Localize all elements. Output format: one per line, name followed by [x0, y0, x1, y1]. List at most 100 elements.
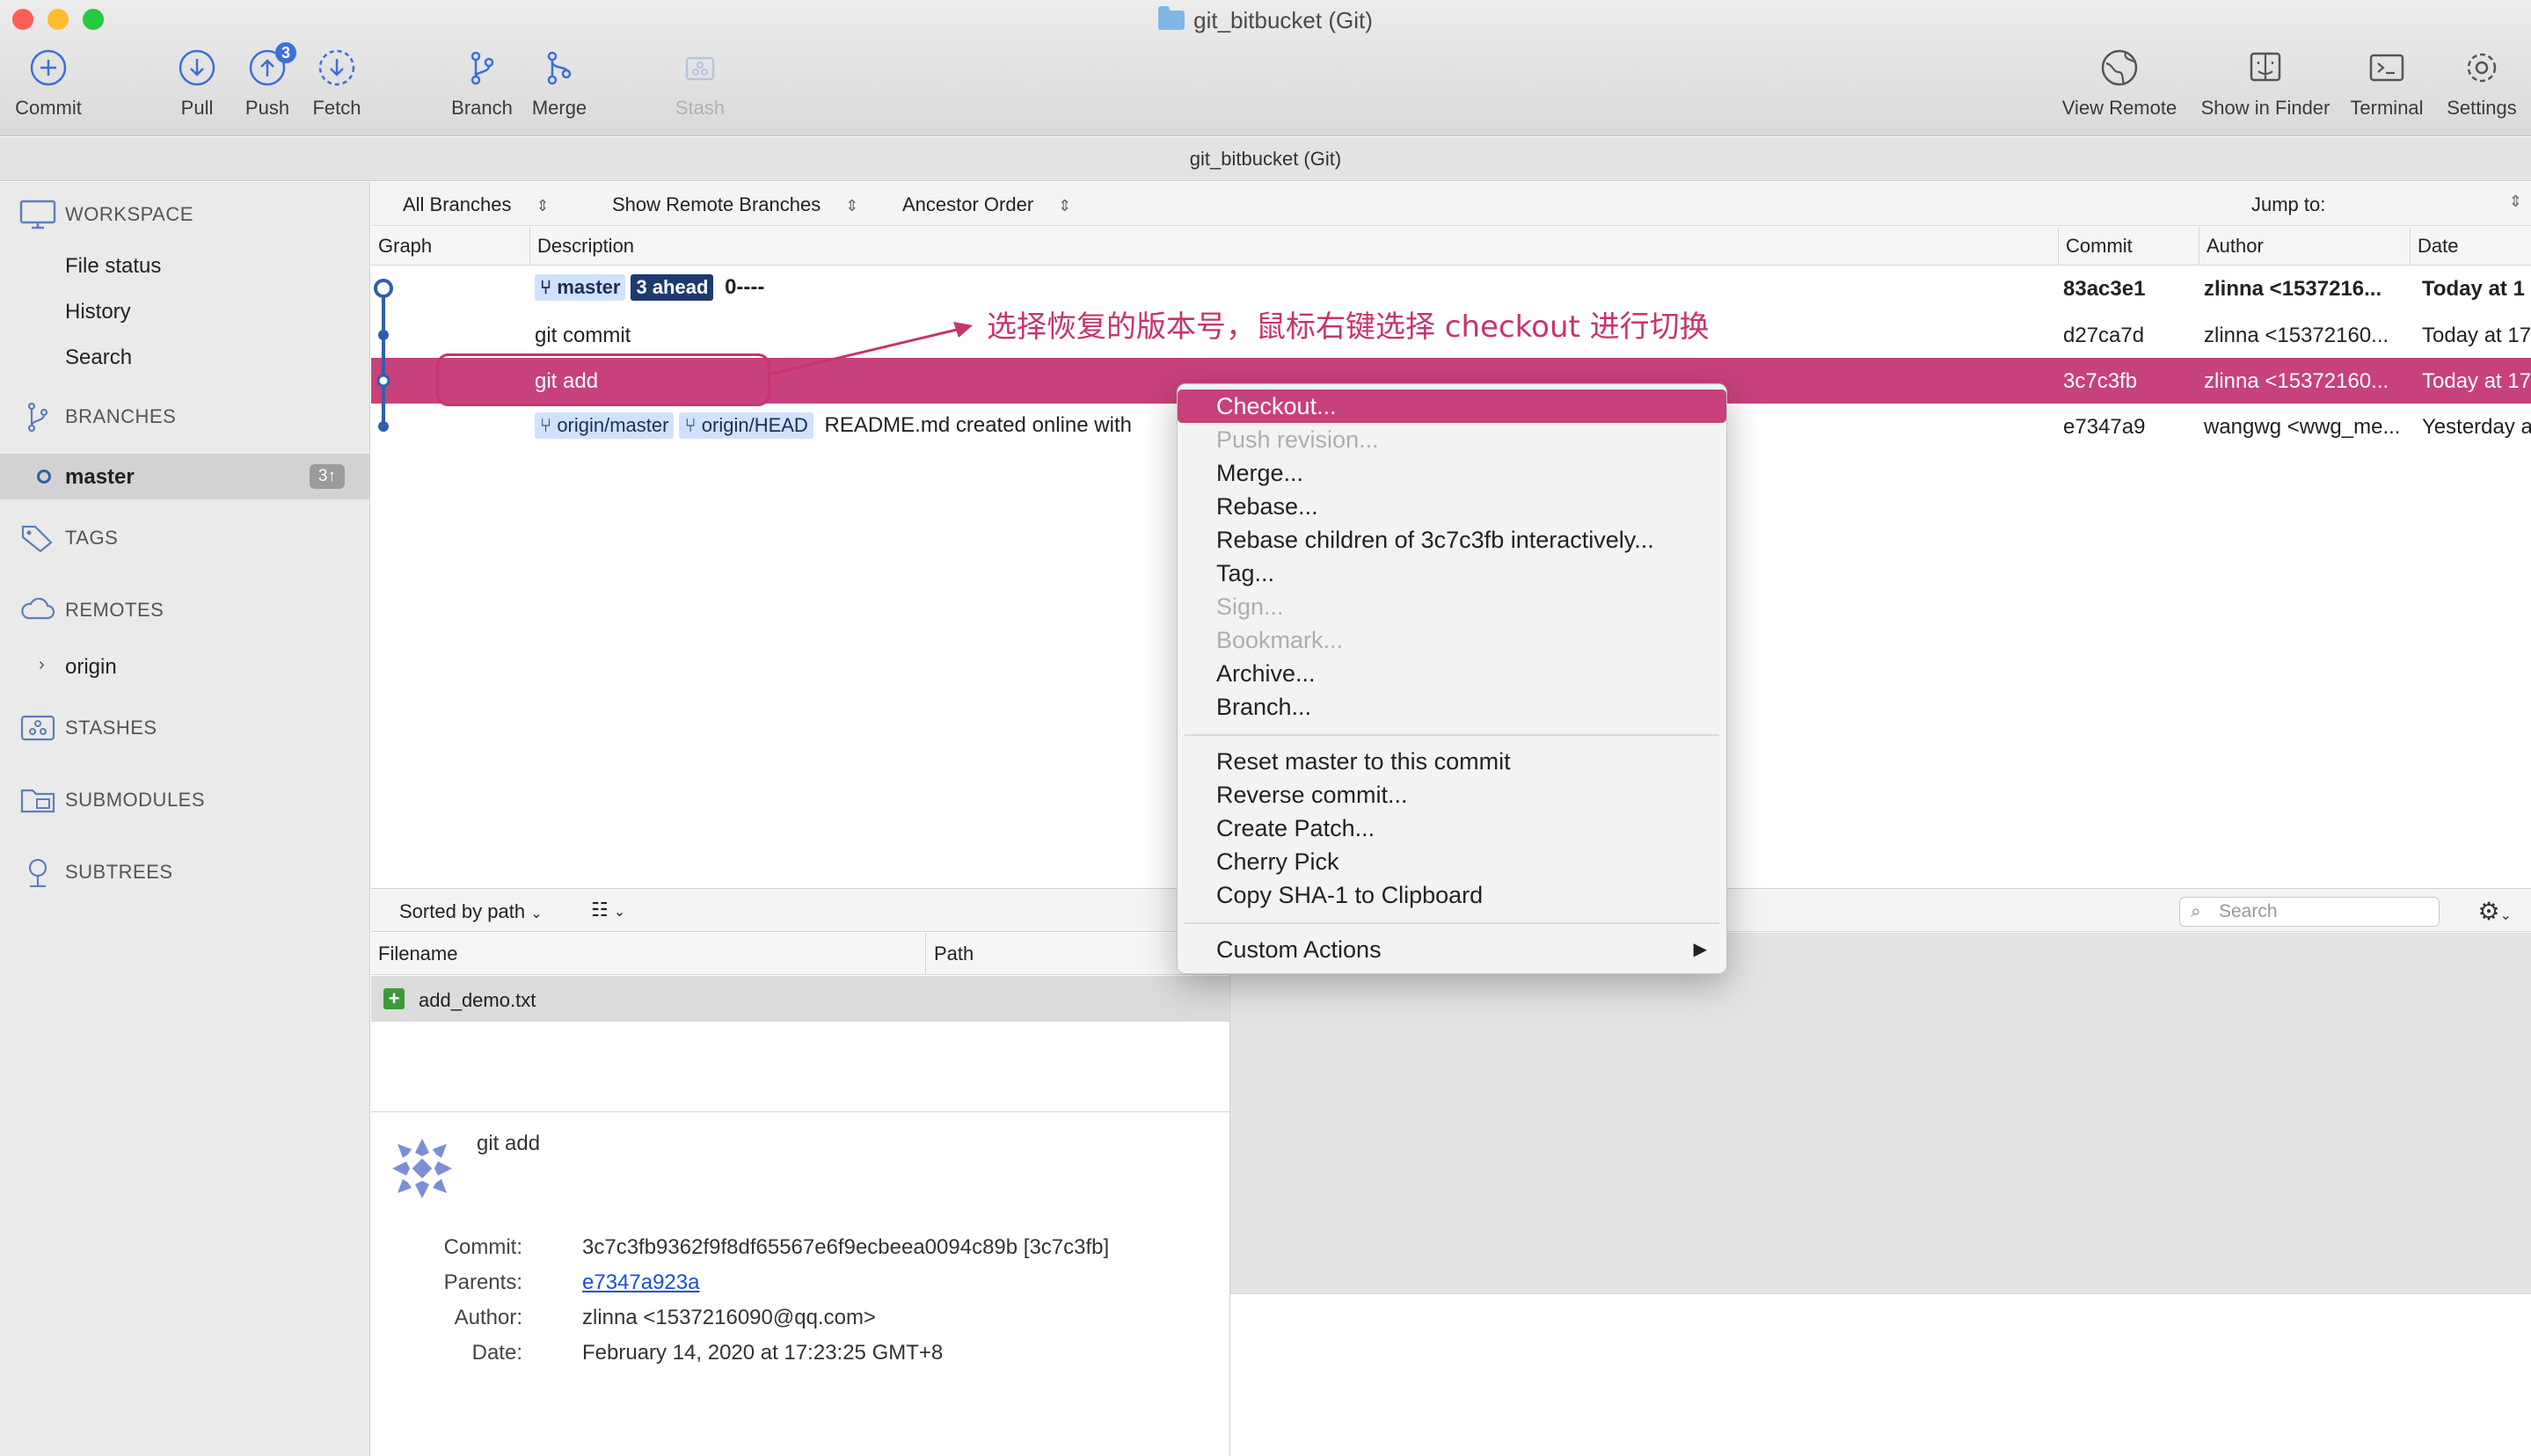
branch-icon [462, 47, 502, 88]
fetch-circle-icon [317, 47, 357, 88]
sidebar-section-tags[interactable]: TAGS [19, 523, 118, 553]
all-branches-label: All Branches [403, 193, 512, 215]
view-remote-label: View Remote [2061, 97, 2177, 119]
pull-button[interactable]: Pull [172, 47, 222, 120]
commit-label: Commit [15, 97, 82, 119]
file-list-header: Filename Path [371, 933, 1229, 975]
search-placeholder: Search [2219, 901, 2278, 921]
branch-button[interactable]: Branch [449, 47, 515, 120]
view-mode-select[interactable]: ☷ ⌄ [591, 899, 625, 921]
ancestor-order-select[interactable]: Ancestor Order ⇕ [902, 193, 1071, 216]
branch-label: Branch [451, 97, 513, 119]
menu-item-custom-actions[interactable]: Custom Actions ▶ [1178, 933, 1726, 966]
column-path[interactable]: Path [934, 943, 974, 965]
menu-item-reset[interactable]: Reset master to this commit [1178, 745, 1726, 778]
sidebar-section-branches[interactable]: BRANCHES [19, 402, 176, 432]
push-count-badge: 3 [275, 42, 296, 63]
settings-label: Settings [2447, 97, 2517, 119]
commit-date: Today at 17 [2422, 369, 2531, 393]
column-date[interactable]: Date [2410, 227, 2531, 266]
tag-icon [21, 525, 53, 553]
file-added-icon: + [383, 988, 405, 1009]
tree-icon [28, 858, 47, 887]
column-author[interactable]: Author [2199, 227, 2410, 266]
updown-chevron-icon: ⇕ [536, 197, 550, 215]
sidebar-section-subtrees[interactable]: SUBTREES [19, 857, 173, 887]
stash-button[interactable]: Stash [672, 47, 728, 120]
subtrees-heading: SUBTREES [65, 861, 173, 883]
show-in-finder-button[interactable]: Show in Finder [2195, 47, 2336, 120]
menu-item-bookmark[interactable]: Bookmark... [1178, 623, 1726, 657]
all-branches-select[interactable]: All Branches ⇕ [403, 193, 550, 216]
menu-item-rebase[interactable]: Rebase... [1178, 490, 1726, 523]
commit-description: ⑂ master 3 ahead 0---- [535, 274, 764, 301]
push-button[interactable]: 3 Push [241, 42, 296, 120]
jump-to-select[interactable]: ⇕ [2338, 189, 2531, 219]
settings-button[interactable]: Settings [2440, 47, 2524, 120]
fetch-button[interactable]: Fetch [308, 47, 366, 120]
stash-label: Stash [675, 97, 726, 119]
menu-item-merge[interactable]: Merge... [1178, 456, 1726, 490]
column-description[interactable]: Description [529, 227, 1998, 266]
context-menu: Checkout... Push revision... Merge... Re… [1177, 383, 1727, 974]
menu-item-branch[interactable]: Branch... [1178, 690, 1726, 724]
column-filename[interactable]: Filename [378, 943, 457, 965]
menu-item-cherry-pick[interactable]: Cherry Pick [1178, 845, 1726, 878]
sidebar-section-workspace[interactable]: WORKSPACE [19, 200, 193, 229]
menu-item-sign[interactable]: Sign... [1178, 590, 1726, 623]
sidebar-item-search[interactable]: Search [65, 346, 132, 370]
show-remote-branches-select[interactable]: Show Remote Branches ⇕ [612, 193, 858, 216]
sidebar-section-submodules[interactable]: SUBMODULES [19, 785, 205, 815]
menu-item-rebase-children[interactable]: Rebase children of 3c7c3fb interactively… [1178, 523, 1726, 557]
sort-by-path-select[interactable]: Sorted by path ⌄ [399, 900, 543, 923]
file-name: add_demo.txt [419, 989, 536, 1011]
author-value: zlinna <1537216090@qq.com> [582, 1306, 876, 1329]
repository-title: git_bitbucket (Git) [1189, 148, 1342, 170]
menu-item-archive[interactable]: Archive... [1178, 657, 1726, 690]
sidebar-section-stashes[interactable]: STASHES [19, 713, 157, 743]
commit-author: zlinna <1537216... [2204, 277, 2382, 301]
sidebar-section-remotes[interactable]: REMOTES [19, 595, 164, 625]
commit-date: Today at 17 [2422, 324, 2531, 347]
date-value: February 14, 2020 at 17:23:25 GMT+8 [582, 1341, 944, 1365]
gear-icon [2462, 47, 2502, 88]
file-row[interactable]: + add_demo.txt [371, 976, 1229, 1022]
diff-lower-pane [1229, 1293, 2531, 1456]
menu-item-push-revision[interactable]: Push revision... [1178, 423, 1726, 456]
commit-button[interactable]: Commit [7, 47, 90, 120]
branch-tag: ⑂ master [535, 274, 626, 301]
sidebar-item-master[interactable]: master 3↑ [0, 454, 369, 499]
chevron-right-icon[interactable]: › [39, 655, 45, 675]
window-toolbar: git_bitbucket (Git) Commit Pull 3 Push F… [0, 0, 2531, 136]
options-gear-button[interactable]: ⚙⌄ [2477, 897, 2512, 926]
ahead-tag: 3 ahead [631, 274, 714, 301]
menu-separator [1185, 734, 1719, 736]
parent-commit-link[interactable]: e7347a923a [582, 1270, 699, 1295]
commit-message: git add [477, 1132, 541, 1155]
merge-button[interactable]: Merge [528, 47, 591, 120]
menu-item-create-patch[interactable]: Create Patch... [1178, 812, 1726, 845]
graph-node-head [374, 279, 393, 298]
submodule-folder-icon [20, 789, 55, 813]
author-label: Author: [454, 1306, 522, 1329]
terminal-button[interactable]: Terminal [2345, 47, 2429, 120]
search-input[interactable]: ⌕ Search [2179, 897, 2440, 927]
commit-hash: 83ac3e1 [2063, 277, 2146, 301]
menu-item-reverse-commit[interactable]: Reverse commit... [1178, 778, 1726, 812]
column-graph[interactable]: Graph [371, 227, 529, 266]
workspace-heading: WORKSPACE [65, 203, 193, 225]
sidebar-item-history[interactable]: History [65, 300, 131, 324]
view-remote-button[interactable]: View Remote [2058, 47, 2181, 120]
menu-item-tag[interactable]: Tag... [1178, 557, 1726, 590]
show-in-finder-label: Show in Finder [2200, 97, 2330, 119]
column-commit[interactable]: Commit [2058, 227, 2199, 266]
menu-item-copy-sha[interactable]: Copy SHA-1 to Clipboard [1178, 878, 1726, 912]
sidebar-item-origin[interactable]: origin [65, 655, 117, 680]
sidebar-item-file-status[interactable]: File status [65, 254, 161, 279]
commit-author: zlinna <15372160... [2204, 369, 2389, 393]
commit-description: ⑂ origin/master ⑂ origin/HEAD README.md c… [535, 412, 1185, 439]
tags-heading: TAGS [65, 527, 119, 549]
cloud-icon [21, 597, 55, 620]
sort-label: Sorted by path [399, 900, 526, 922]
menu-item-checkout[interactable]: Checkout... [1178, 389, 1726, 423]
